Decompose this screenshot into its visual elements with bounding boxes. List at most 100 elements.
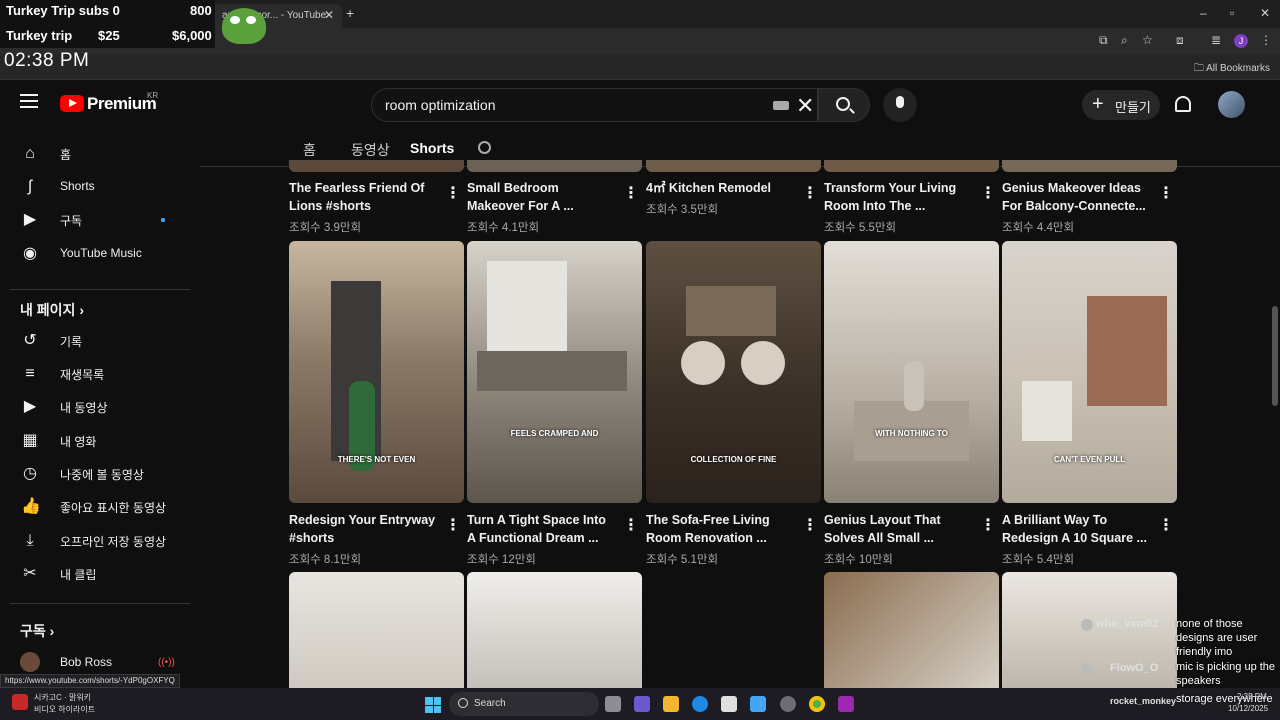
browser-profile-avatar[interactable]: J: [1234, 34, 1248, 48]
sidebar-item-watch-later[interactable]: ◷ 나중에 볼 동영상: [0, 457, 200, 491]
sidebar-item-my-clips[interactable]: ✂ 내 클립: [0, 557, 200, 591]
video-title[interactable]: The Fearless Friend Of Lions #shorts: [289, 179, 439, 215]
history-icon: ↺: [23, 332, 37, 349]
live-indicator-icon: ((•)): [158, 657, 175, 668]
video-thumbnail[interactable]: [289, 572, 464, 688]
create-button[interactable]: + 만들기: [1082, 90, 1160, 120]
notifications-bell-icon[interactable]: [1175, 96, 1191, 112]
tab-home[interactable]: 홈: [303, 140, 316, 160]
thumbnail-bed: [477, 351, 627, 391]
tab-videos[interactable]: 동영상: [351, 140, 390, 160]
app-icon[interactable]: [750, 696, 766, 712]
sidebar-item-home[interactable]: ⌂ 홈: [0, 137, 200, 171]
account-avatar[interactable]: [1218, 91, 1245, 118]
file-explorer-icon[interactable]: [663, 696, 679, 712]
thumbnail-edge[interactable]: [289, 160, 464, 172]
chat-username: who_vxm02: [1096, 618, 1159, 630]
windows-start-icon[interactable]: [425, 697, 441, 713]
video-title[interactable]: Small Bedroom Makeover For A ...: [467, 179, 617, 215]
search-button[interactable]: [818, 88, 870, 122]
clear-search-icon[interactable]: ✕: [796, 93, 814, 119]
video-thumbnail[interactable]: [824, 241, 999, 503]
video-views: 조회수 4.1만회: [467, 222, 540, 234]
video-title[interactable]: The Sofa-Free Living Room Renovation ...: [646, 511, 796, 547]
thumbnail-edge[interactable]: [467, 160, 642, 172]
news-widget-line2[interactable]: 비디오 하이라이트: [34, 704, 95, 715]
zoom-icon[interactable]: ⌕: [1121, 33, 1128, 48]
page-scrollbar[interactable]: [1272, 306, 1278, 406]
bookmark-star-icon[interactable]: ☆: [1142, 33, 1153, 47]
brand-name[interactable]: Premium: [87, 94, 157, 114]
more-options-icon[interactable]: ⋮: [980, 183, 996, 203]
sidebar-item-subscriptions[interactable]: ▶ 구독: [0, 203, 200, 237]
video-thumbnail[interactable]: [824, 572, 999, 688]
minimize-icon[interactable]: –: [1200, 6, 1207, 20]
news-widget-icon[interactable]: [12, 694, 28, 710]
copilot-icon[interactable]: [634, 696, 650, 712]
news-widget-line1[interactable]: 시카고C · 맑워키: [34, 692, 91, 703]
sidebar-item-downloads[interactable]: ⤓ 오프라인 저장 동영상: [0, 524, 200, 558]
more-options-icon[interactable]: ⋮: [623, 183, 639, 203]
channel-search-icon[interactable]: [478, 141, 491, 154]
video-title[interactable]: A Brilliant Way To Redesign A 10 Square …: [1002, 511, 1152, 547]
create-label: 만들기: [1115, 100, 1151, 115]
sidebar-item-liked-videos[interactable]: 👍 좋아요 표시한 동영상: [0, 490, 200, 524]
more-options-icon[interactable]: ⋮: [802, 183, 818, 203]
sidebar-item-my-videos[interactable]: ▶ 내 동영상: [0, 390, 200, 424]
thumbnail-edge[interactable]: [824, 160, 999, 172]
more-options-icon[interactable]: ⋮: [1158, 515, 1174, 535]
taskbar-clock[interactable]: 2:35 PM: [1237, 692, 1267, 701]
all-bookmarks-button[interactable]: 🗀 All Bookmarks: [1194, 61, 1270, 78]
task-view-icon[interactable]: [605, 696, 621, 712]
video-title[interactable]: Genius Makeover Ideas For Balcony-Connec…: [1002, 179, 1152, 215]
sidebar-item-shorts[interactable]: ʃ Shorts: [0, 170, 200, 204]
cast-icon[interactable]: ⧉: [1099, 33, 1108, 48]
video-thumbnail[interactable]: [467, 572, 642, 688]
thumbnail-edge[interactable]: [1002, 160, 1177, 172]
obs-icon[interactable]: [780, 696, 796, 712]
video-title[interactable]: Genius Layout That Solves All Small ...: [824, 511, 974, 547]
channel-name: Bob Ross: [60, 655, 113, 669]
sidebar-item-my-movies[interactable]: ▦ 내 영화: [0, 424, 200, 458]
search-input[interactable]: room optimization: [385, 97, 496, 113]
keyboard-icon[interactable]: [773, 101, 789, 110]
more-options-icon[interactable]: ⋮: [802, 515, 818, 535]
video-thumbnail[interactable]: [467, 241, 642, 503]
my-page-heading[interactable]: 내 페이지 ›: [20, 300, 84, 320]
app-icon[interactable]: [838, 696, 854, 712]
tab-shorts[interactable]: Shorts: [410, 140, 454, 156]
sidebar-item-history[interactable]: ↺ 기록: [0, 324, 200, 358]
voice-search-button[interactable]: [883, 88, 917, 122]
extensions-icon[interactable]: ⧈: [1176, 33, 1184, 48]
tab-close-icon[interactable]: ✕: [324, 8, 334, 22]
video-title[interactable]: 4㎡ Kitchen Remodel: [646, 179, 796, 197]
window-close-icon[interactable]: ✕: [1260, 6, 1270, 20]
more-options-icon[interactable]: ⋮: [1158, 183, 1174, 203]
thumbnail-edge[interactable]: [646, 160, 821, 172]
media-icon[interactable]: ≣: [1211, 33, 1221, 47]
trip-label: Turkey trip: [6, 28, 73, 43]
youtube-logo-icon[interactable]: [60, 95, 84, 112]
sidebar-item-playlists[interactable]: ≡ 재생목록: [0, 357, 200, 391]
more-options-icon[interactable]: ⋮: [445, 183, 461, 203]
edge-icon[interactable]: [692, 696, 708, 712]
subscriptions-heading[interactable]: 구독 ›: [20, 621, 54, 641]
hamburger-menu-icon[interactable]: [20, 94, 38, 108]
video-title[interactable]: Redesign Your Entryway #shorts: [289, 511, 439, 547]
maximize-icon[interactable]: ▫: [1230, 6, 1234, 20]
more-options-icon[interactable]: ⋮: [445, 515, 461, 535]
chrome-icon[interactable]: [809, 696, 825, 712]
taskbar-search[interactable]: Search: [449, 692, 599, 716]
more-options-icon[interactable]: ⋮: [980, 515, 996, 535]
search-box[interactable]: room optimization ✕: [371, 88, 818, 122]
browser-menu-icon[interactable]: ⋮: [1260, 33, 1272, 47]
taskbar-date[interactable]: 10/12/2025: [1228, 704, 1268, 713]
sidebar-item-youtube-music[interactable]: ◉ YouTube Music: [0, 237, 200, 271]
video-title[interactable]: Turn A Tight Space Into A Functional Dre…: [467, 511, 617, 547]
store-icon[interactable]: [721, 696, 737, 712]
more-options-icon[interactable]: ⋮: [623, 515, 639, 535]
thumbnail-caption: WITH NOTHING TO: [875, 429, 948, 438]
channel-avatar[interactable]: [20, 652, 40, 672]
new-tab-icon[interactable]: +: [346, 5, 354, 21]
video-title[interactable]: Transform Your Living Room Into The ...: [824, 179, 974, 215]
